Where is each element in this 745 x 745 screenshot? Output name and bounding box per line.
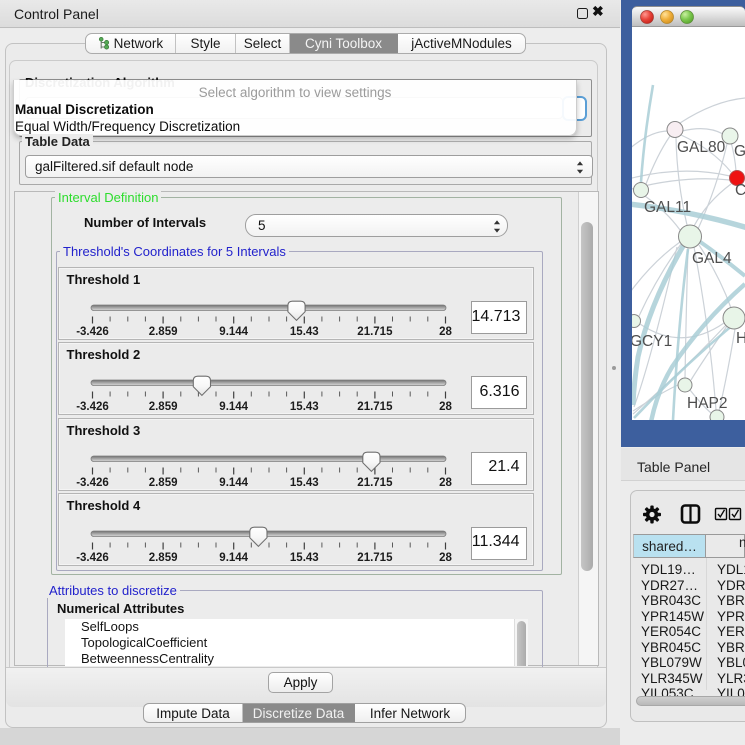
svg-text:GAL80: GAL80: [677, 139, 726, 156]
svg-text:21.715: 21.715: [357, 552, 393, 564]
svg-text:2.859: 2.859: [148, 552, 177, 564]
svg-text:9.144: 9.144: [219, 401, 248, 413]
svg-text:GAL11: GAL11: [644, 199, 691, 216]
svg-text:21.715: 21.715: [357, 477, 393, 489]
svg-text:15.43: 15.43: [289, 552, 318, 564]
svg-text:28: 28: [439, 552, 452, 564]
svg-text:28: 28: [439, 326, 452, 338]
svg-text:2.859: 2.859: [148, 477, 177, 489]
svg-text:-3.426: -3.426: [76, 401, 109, 413]
svg-text:HAP2: HAP2: [687, 395, 728, 412]
svg-text:21.715: 21.715: [357, 401, 393, 413]
svg-text:C: C: [735, 182, 745, 199]
svg-text:GCY1: GCY1: [632, 333, 672, 350]
svg-text:2.859: 2.859: [148, 401, 177, 413]
svg-text:21.715: 21.715: [357, 326, 393, 338]
svg-text:28: 28: [439, 401, 452, 413]
svg-text:GAL4: GAL4: [692, 250, 732, 267]
svg-text:-3.426: -3.426: [76, 326, 109, 338]
svg-text:-3.426: -3.426: [76, 552, 109, 564]
svg-text:H: H: [736, 330, 745, 347]
svg-text:9.144: 9.144: [219, 326, 248, 338]
svg-text:15.43: 15.43: [289, 326, 318, 338]
svg-text:-3.426: -3.426: [76, 477, 109, 489]
svg-text:15.43: 15.43: [289, 401, 318, 413]
svg-text:9.144: 9.144: [219, 552, 248, 564]
svg-text:2.859: 2.859: [148, 326, 177, 338]
svg-text:9.144: 9.144: [219, 477, 248, 489]
svg-text:28: 28: [439, 477, 452, 489]
svg-text:15.43: 15.43: [289, 477, 318, 489]
svg-text:G.: G.: [734, 143, 745, 160]
